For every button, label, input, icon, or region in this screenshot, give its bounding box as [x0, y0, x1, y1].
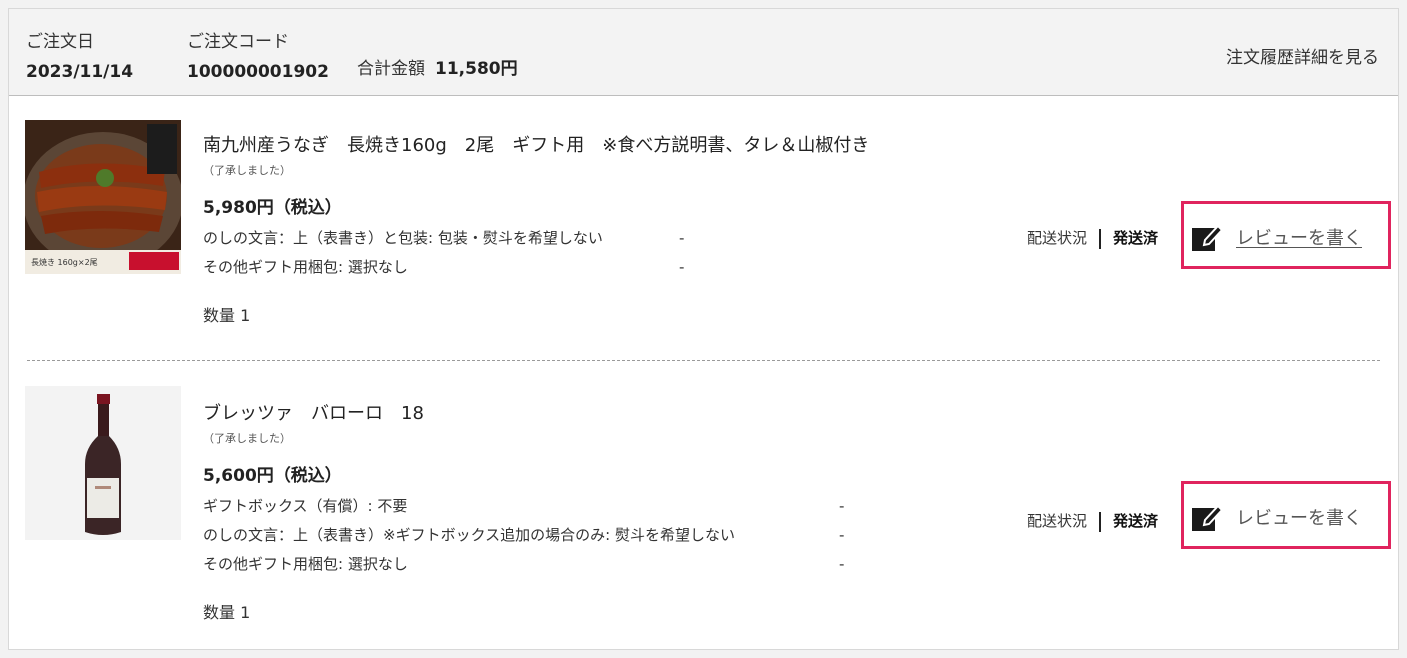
option-row: その他ギフト用梱包: 選択なし - [203, 253, 869, 282]
product-note: （了承しました） [203, 432, 291, 445]
option-text: のしの文言：上（表書き）と包装: 包装・熨斗を希望しない [203, 229, 603, 247]
product-name[interactable]: 南九州産うなぎ 長焼き160g 2尾 ギフト用 ※食べ方説明書、タレ＆山椒付き [203, 131, 869, 157]
product-name[interactable]: ブレッツァ バローロ 18 [203, 399, 735, 425]
status-separator [1099, 228, 1102, 249]
write-review-label[interactable]: レビューを書く [1236, 504, 1362, 530]
order-header: ご注文日 2023/11/14 ご注文コード 100000001902 合計金額… [9, 9, 1398, 96]
eel-image-icon: 長焼き 160g×2尾 [25, 120, 181, 274]
option-row: ギフトボックス（有償）: 不要 - [203, 492, 844, 521]
item-divider [27, 360, 1380, 361]
option-list: ギフトボックス（有償）: 不要 - のしの文言：上（表書き）※ギフトボックス追加… [203, 492, 844, 579]
product-price: 5,600円（税込） [203, 466, 342, 486]
item-info: ブレッツァ バローロ 18 （了承しました） 5,600円（税込） ギフトボック… [203, 399, 844, 623]
option-value: - [839, 497, 845, 515]
option-text: その他ギフト用梱包: 選択なし [203, 258, 408, 276]
option-value: - [679, 229, 685, 247]
write-review-button[interactable]: レビューを書く [1181, 481, 1391, 549]
option-row: その他ギフト用梱包: 選択なし - [203, 550, 844, 579]
order-date: ご注文日 2023/11/14 [26, 27, 133, 82]
product-quantity: 数量 1 [203, 306, 251, 325]
order-code-label: ご注文コード [187, 32, 289, 52]
shipping-status-value: 発送済 [1113, 229, 1159, 247]
option-value: - [679, 258, 685, 276]
order-date-label: ご注文日 [26, 32, 94, 52]
order-code: ご注文コード 100000001902 [187, 27, 329, 82]
shipping-status: 配送状況 発送済 [1027, 510, 1158, 532]
order-date-value: 2023/11/14 [26, 62, 134, 82]
status-separator [1099, 511, 1102, 532]
item-info: 南九州産うなぎ 長焼き160g 2尾 ギフト用 ※食べ方説明書、タレ＆山椒付き … [203, 131, 869, 326]
wine-bottle-icon [25, 386, 181, 540]
order-card: ご注文日 2023/11/14 ご注文コード 100000001902 合計金額… [8, 8, 1399, 650]
option-list: のしの文言：上（表書き）と包装: 包装・熨斗を希望しない - その他ギフト用梱包… [203, 224, 869, 282]
option-text: のしの文言：上（表書き）※ギフトボックス追加の場合のみ: 熨斗を希望しない [203, 526, 735, 544]
option-text: その他ギフト用梱包: 選択なし [203, 555, 408, 573]
write-review-button[interactable]: レビューを書く [1181, 201, 1391, 269]
product-quantity: 数量 1 [203, 603, 251, 622]
order-total-label: 合計金額 [357, 59, 425, 79]
option-text: ギフトボックス（有償）: 不要 [203, 497, 408, 515]
order-total-value: 11,580円 [435, 59, 518, 79]
shipping-status-value: 発送済 [1113, 512, 1159, 530]
shipping-status-label: 配送状況 [1027, 512, 1088, 530]
option-value: - [839, 555, 845, 573]
order-code-value: 100000001902 [187, 62, 329, 82]
product-price: 5,980円（税込） [203, 198, 342, 218]
product-note: （了承しました） [203, 164, 291, 177]
order-total: 合計金額 11,580円 [357, 54, 518, 79]
option-row: のしの文言：上（表書き）※ギフトボックス追加の場合のみ: 熨斗を希望しない - [203, 521, 844, 550]
option-row: のしの文言：上（表書き）と包装: 包装・熨斗を希望しない - [203, 224, 869, 253]
product-image-wine[interactable] [25, 386, 181, 540]
order-item: 長焼き 160g×2尾 南九州産うなぎ 長焼き160g 2尾 ギフト用 ※食べ方… [9, 97, 1398, 363]
edit-icon [1192, 504, 1223, 531]
shipping-status-label: 配送状況 [1027, 229, 1088, 247]
product-image-eel[interactable]: 長焼き 160g×2尾 [25, 120, 181, 274]
edit-icon [1192, 224, 1223, 251]
write-review-label[interactable]: レビューを書く [1236, 224, 1362, 250]
order-item: ブレッツァ バローロ 18 （了承しました） 5,600円（税込） ギフトボック… [9, 365, 1398, 649]
shipping-status: 配送状況 発送済 [1027, 227, 1158, 249]
thumb-caption: 長焼き 160g×2尾 [31, 258, 98, 267]
order-detail-link[interactable]: 注文履歴詳細を見る [1226, 43, 1379, 68]
option-value: - [839, 526, 845, 544]
